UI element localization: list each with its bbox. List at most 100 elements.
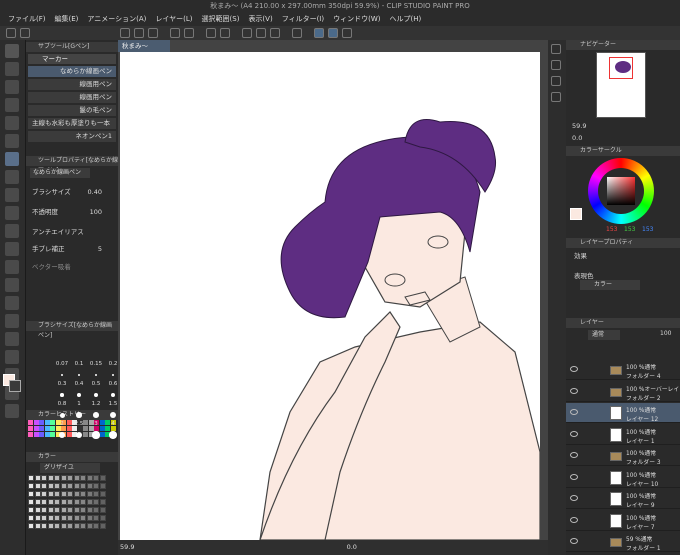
color-set-swatch[interactable] xyxy=(28,499,34,505)
color-set-swatch[interactable] xyxy=(73,515,80,521)
redo-icon[interactable] xyxy=(148,28,158,38)
color-set-swatch[interactable] xyxy=(28,475,34,481)
eraser-tool-icon[interactable] xyxy=(5,242,19,256)
color-set-swatch[interactable] xyxy=(34,507,41,513)
expression-color-dropdown[interactable]: カラー xyxy=(580,280,640,290)
brush-item[interactable]: 線画用ペン xyxy=(28,79,116,90)
color-set-swatch[interactable] xyxy=(99,475,106,481)
menu-help[interactable]: ヘルプ(H) xyxy=(389,14,421,24)
color-set-swatch[interactable] xyxy=(60,507,67,513)
color-set-swatch[interactable] xyxy=(67,523,73,529)
color-set-swatch[interactable] xyxy=(60,499,67,505)
color-set-swatch[interactable] xyxy=(73,499,80,505)
color-set-swatch[interactable] xyxy=(54,499,60,505)
color-set-swatch[interactable] xyxy=(80,483,86,489)
frame-tool-icon[interactable] xyxy=(5,332,19,346)
color-history-swatch[interactable] xyxy=(33,420,39,425)
color-set-swatch[interactable] xyxy=(47,499,54,505)
color-set-swatch[interactable] xyxy=(54,507,60,513)
color-history-swatch[interactable] xyxy=(83,432,88,437)
snap-special-ruler-icon[interactable] xyxy=(328,28,338,38)
drawing-canvas[interactable] xyxy=(120,52,540,540)
layer-folder-row[interactable]: 100 %通常 フォルダー 3 xyxy=(566,446,680,466)
color-set-swatch[interactable] xyxy=(54,491,60,497)
vector-snap-row[interactable]: ベクター吸着 xyxy=(32,261,116,273)
color-set-swatch[interactable] xyxy=(67,499,73,505)
pen-tool-icon[interactable] xyxy=(5,152,19,166)
color-set-swatch[interactable] xyxy=(47,491,54,497)
color-set-swatch[interactable] xyxy=(86,507,93,513)
navigator-view-frame[interactable] xyxy=(609,57,633,79)
brush-size-dot[interactable] xyxy=(61,374,63,376)
visibility-eye-icon[interactable] xyxy=(570,409,578,415)
snap-grid-icon[interactable] xyxy=(342,28,352,38)
color-set-swatch[interactable] xyxy=(93,507,99,513)
color-history-swatch[interactable] xyxy=(28,420,33,425)
layer-folder-row[interactable]: 100 %オーバーレイ フォルダー 2 xyxy=(566,382,680,402)
color-set-swatch[interactable] xyxy=(28,507,34,513)
color-history-swatch[interactable] xyxy=(99,432,105,437)
correct-line-tool-icon[interactable] xyxy=(5,404,19,418)
color-set-swatch[interactable] xyxy=(73,483,80,489)
color-set-swatch[interactable] xyxy=(99,515,106,521)
color-history-swatch[interactable] xyxy=(44,426,50,431)
cut-icon[interactable] xyxy=(120,28,130,38)
menu-file[interactable]: ファイル(F) xyxy=(8,14,46,24)
brush-size-dot[interactable] xyxy=(110,412,116,418)
brush-tool-icon[interactable] xyxy=(5,188,19,202)
auto-select-tool-icon[interactable] xyxy=(5,116,19,130)
zoom-value[interactable]: 59.9 xyxy=(120,543,134,551)
blend-mode-dropdown[interactable]: 通常 xyxy=(588,330,620,340)
color-set-swatch[interactable] xyxy=(80,523,86,529)
brush-size-dot[interactable] xyxy=(76,412,82,418)
clear-icon[interactable] xyxy=(220,28,230,38)
layer-row[interactable]: 100 %通常 レイヤー 7 xyxy=(566,511,680,531)
color-set-swatch[interactable] xyxy=(47,523,54,529)
color-set-swatch[interactable] xyxy=(86,523,93,529)
copy-icon[interactable] xyxy=(170,28,180,38)
opacity-row[interactable]: 不透明度 100 xyxy=(32,206,116,218)
color-set-swatch[interactable] xyxy=(93,523,99,529)
color-set-swatch[interactable] xyxy=(99,483,106,489)
move-tool-icon[interactable] xyxy=(5,62,19,76)
color-set-swatch[interactable] xyxy=(34,491,41,497)
visibility-eye-icon[interactable] xyxy=(570,366,578,372)
visibility-eye-icon[interactable] xyxy=(570,452,578,458)
color-set-swatch[interactable] xyxy=(34,483,41,489)
color-set-swatch[interactable] xyxy=(93,491,99,497)
stabilization-row[interactable]: 手ブレ補正 5 xyxy=(32,243,116,255)
color-set-swatch[interactable] xyxy=(73,475,80,481)
color-history-swatch[interactable] xyxy=(39,420,44,425)
brush-size-dot[interactable] xyxy=(92,431,100,439)
color-set-swatch[interactable] xyxy=(54,515,60,521)
color-set-swatch[interactable] xyxy=(86,515,93,521)
ruler-tool-icon[interactable] xyxy=(5,350,19,364)
color-set-swatch[interactable] xyxy=(34,523,41,529)
hue-ring[interactable] xyxy=(588,158,654,224)
color-set-swatch[interactable] xyxy=(47,507,54,513)
color-set-swatch[interactable] xyxy=(67,515,73,521)
brush-size-dot[interactable] xyxy=(60,393,64,397)
color-set-swatch[interactable] xyxy=(47,475,54,481)
brush-size-row[interactable]: ブラシサイズ 0.40 xyxy=(32,186,116,198)
menu-edit[interactable]: 編集(E) xyxy=(55,14,79,24)
airbrush-tool-icon[interactable] xyxy=(5,206,19,220)
color-set-swatch[interactable] xyxy=(60,523,67,529)
eyedropper-tool-icon[interactable] xyxy=(5,134,19,148)
brush-size-dot[interactable] xyxy=(77,373,81,377)
fit-icon[interactable] xyxy=(551,76,561,86)
color-set-swatch[interactable] xyxy=(80,507,86,513)
color-history-swatch[interactable] xyxy=(44,432,50,437)
color-set-swatch[interactable] xyxy=(41,515,47,521)
figure-tool-icon[interactable] xyxy=(5,314,19,328)
color-set-swatch[interactable] xyxy=(67,483,73,489)
color-set-swatch[interactable] xyxy=(54,475,60,481)
fill-icon[interactable] xyxy=(206,28,216,38)
rotation-value[interactable]: 0.0 xyxy=(347,543,357,551)
brush-size-dot[interactable] xyxy=(93,392,99,398)
snap-ruler-icon[interactable] xyxy=(314,28,324,38)
gradient-tool-icon[interactable] xyxy=(5,296,19,310)
color-set-swatch[interactable] xyxy=(86,475,93,481)
color-history-swatch[interactable] xyxy=(33,426,39,431)
color-set-swatch[interactable] xyxy=(34,499,41,505)
